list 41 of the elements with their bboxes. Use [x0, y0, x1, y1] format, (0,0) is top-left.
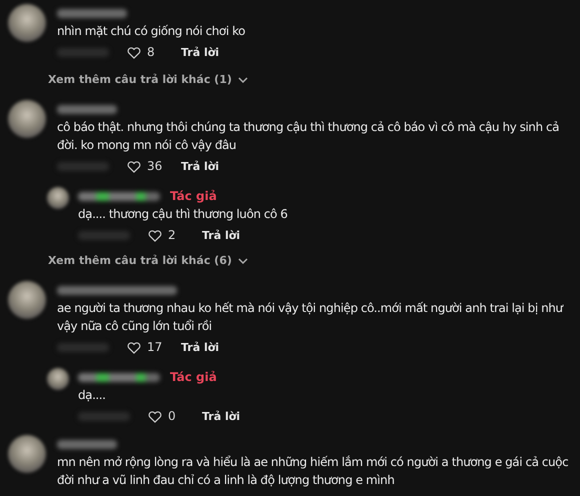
- more-replies-link[interactable]: Xem thêm câu trả lời khác (6): [48, 254, 248, 267]
- avatar[interactable]: [47, 187, 69, 209]
- comment-text: mn nên mở rộng lòng ra và hiểu là ae những hiếm lắm mới có người a thương e gái cả cuộc đời như a vũ linh đau chỉ có a linh là độ lượng thương e mình: [57, 454, 570, 489]
- reply-button[interactable]: Trả lời: [202, 228, 240, 242]
- reply-button[interactable]: Trả lời: [181, 160, 220, 172]
- blurred-timestamp: [57, 342, 109, 352]
- avatar[interactable]: [8, 435, 46, 473]
- like-count: 17: [147, 340, 164, 354]
- blurred-timestamp: [57, 48, 109, 56]
- avatar[interactable]: [47, 368, 69, 390]
- comment-text: nhìn mặt chú có giống nói chơi ko: [57, 23, 246, 40]
- heart-icon[interactable]: [127, 160, 141, 172]
- author-label: Tác giả: [170, 370, 217, 384]
- like-count: 2: [168, 228, 177, 242]
- heart-icon[interactable]: [127, 340, 141, 354]
- blurred-timestamp: [57, 162, 109, 170]
- reply-button[interactable]: Trả lời: [181, 46, 220, 58]
- blurred-timestamp: [78, 230, 130, 240]
- comment-text: cô báo thật. nhưng thôi chúng ta thương cậu thì thương cả cô báo vì cô mà cậu hy sinh cả đời. ko mong mn nói cô vậy đâu: [57, 119, 560, 154]
- like-count: 8: [147, 45, 156, 59]
- avatar[interactable]: [8, 4, 46, 42]
- heart-icon[interactable]: [127, 46, 141, 58]
- blurred-name: [57, 8, 127, 18]
- chevron-down-icon: [238, 76, 248, 82]
- more-replies-link[interactable]: Xem thêm câu trả lời khác (1): [48, 73, 248, 86]
- heart-icon[interactable]: [148, 228, 162, 242]
- like-count: 36: [147, 159, 164, 173]
- reply-button[interactable]: Trả lời: [202, 410, 240, 422]
- blurred-name: [57, 104, 117, 114]
- chevron-down-icon: [238, 258, 248, 264]
- reply-button[interactable]: Trả lời: [181, 340, 220, 354]
- heart-icon[interactable]: [148, 410, 162, 422]
- comment-text: ae người ta thương nhau ko hết mà nói vậy tội nghiệp cô..mới mất người anh trai lại bị như vậy nữa cô cũng lớn tuổi rồi: [57, 300, 564, 335]
- avatar[interactable]: [8, 281, 46, 319]
- blurred-name: [57, 440, 117, 448]
- avatar[interactable]: [8, 100, 46, 138]
- comment-text: dạ....: [78, 387, 107, 404]
- comment-text: dạ.... thương cậu thì thương luôn cô 6: [78, 206, 288, 223]
- author-label: Tác giả: [170, 189, 217, 203]
- blurred-timestamp: [78, 412, 130, 420]
- like-count: 0: [168, 409, 177, 423]
